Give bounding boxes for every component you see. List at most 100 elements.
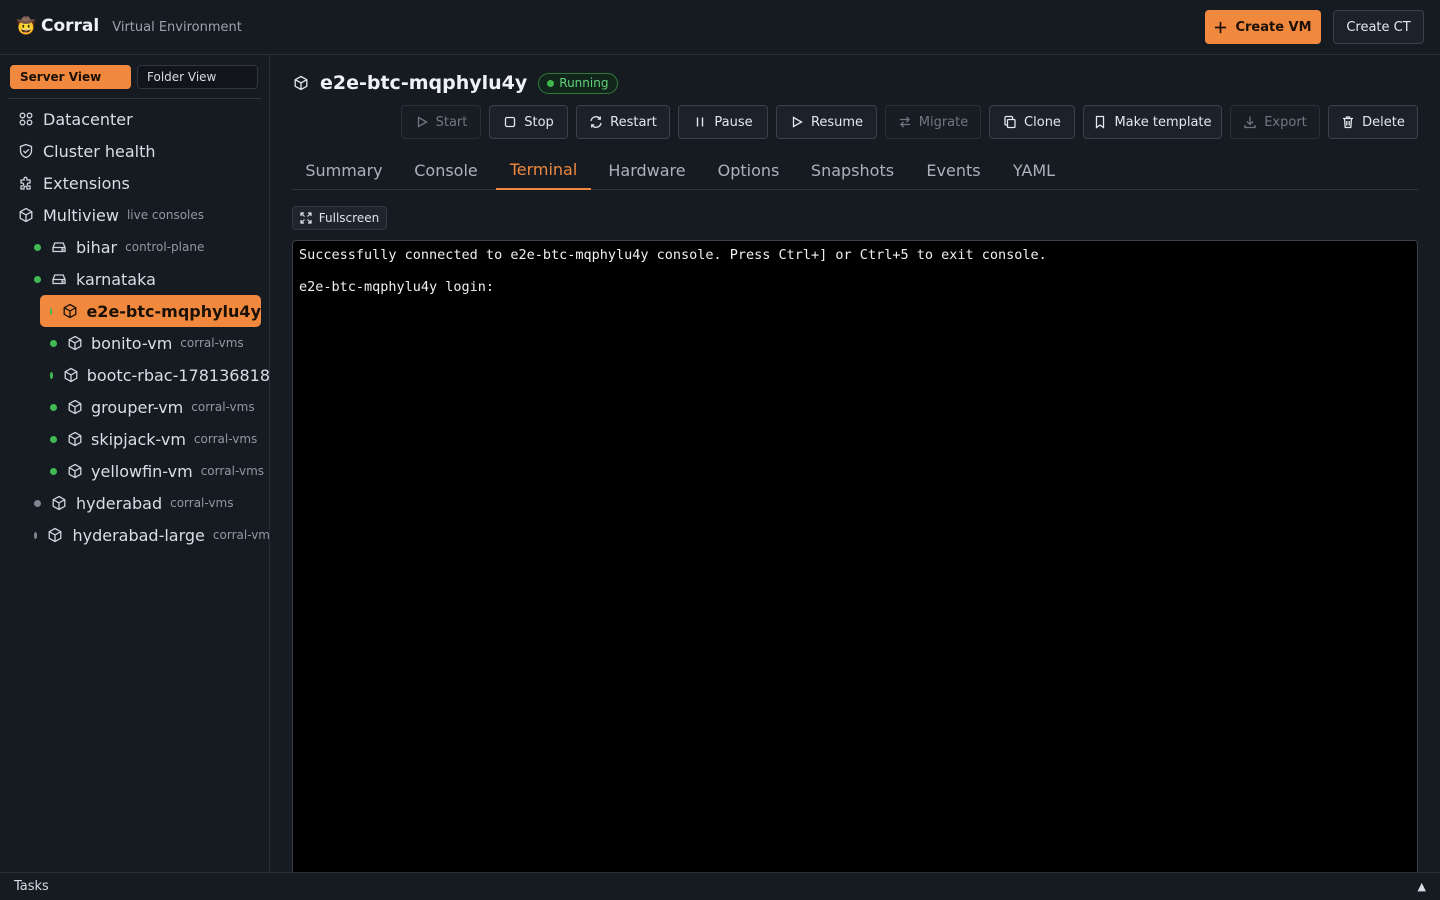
vm-item-hyderabad[interactable]: hyderabad corral-vms <box>0 487 269 519</box>
chevron-up-icon[interactable]: ▲ <box>1418 880 1426 893</box>
stop-icon <box>505 116 516 128</box>
trash-icon <box>1343 116 1354 129</box>
app-subtitle: Virtual Environment <box>112 19 242 35</box>
grid-icon <box>18 111 34 127</box>
sidebar-item-label: Multiview <box>43 205 119 225</box>
sidebar-item-label: Extensions <box>43 173 130 193</box>
vm-item-skipjack-vm[interactable]: skipjack-vm corral-vms <box>0 423 269 455</box>
terminal-console[interactable]: Successfully connected to e2e-btc-mqphyl… <box>292 240 1418 880</box>
sidebar-item-datacenter[interactable]: Datacenter <box>0 103 269 135</box>
create-ct-button[interactable]: Create CT <box>1333 10 1424 44</box>
shield-check-icon <box>18 143 34 159</box>
node-label: bihar <box>76 237 118 257</box>
start-button[interactable]: Start <box>401 105 481 139</box>
tab-terminal[interactable]: Terminal <box>496 150 591 190</box>
clone-label: Clone <box>1024 114 1061 130</box>
vm-header: e2e-btc-mqphylu4y Running <box>292 72 619 94</box>
bookmark-icon <box>1096 115 1105 129</box>
tab-yaml[interactable]: YAML <box>1000 150 1068 190</box>
status-badge: Running <box>538 72 619 94</box>
pause-icon <box>697 117 704 127</box>
start-label: Start <box>435 114 468 130</box>
migrate-button[interactable]: Migrate <box>885 105 981 139</box>
sidebar-item-extensions[interactable]: Extensions <box>0 167 269 199</box>
cube-icon <box>63 367 79 383</box>
tab-summary[interactable]: Summary <box>292 150 396 190</box>
vm-item-yellowfin-vm[interactable]: yellowfin-vm corral-vms <box>0 455 269 487</box>
clone-button[interactable]: Clone <box>989 105 1075 139</box>
terminal-line: e2e-btc-mqphylu4y login: <box>299 279 495 295</box>
vm-item-bonito-vm[interactable]: bonito-vm corral-vms <box>0 327 269 359</box>
sidebar-item-cluster-health[interactable]: Cluster health <box>0 135 269 167</box>
status-dot <box>34 499 41 507</box>
node-item-karnataka[interactable]: karnataka <box>0 263 269 295</box>
pause-button[interactable]: Pause <box>678 105 768 139</box>
cube-icon <box>67 335 83 351</box>
export-button[interactable]: Export <box>1230 105 1320 139</box>
plus-icon <box>1215 21 1227 33</box>
vm-item-hyderabad-large[interactable]: hyderabad-large corral-vm <box>0 519 270 551</box>
sidebar-item-multiview[interactable]: Multiview live consoles <box>0 199 269 231</box>
main-panel: e2e-btc-mqphylu4y Running Start Stop Res… <box>270 55 1440 880</box>
resume-button[interactable]: Resume <box>776 105 877 139</box>
resume-label: Resume <box>810 114 864 130</box>
server-icon <box>51 271 67 287</box>
node-sublabel: control-plane <box>125 240 205 254</box>
delete-button[interactable]: Delete <box>1328 105 1418 139</box>
vm-label: e2e-btc-mqphylu4y <box>86 301 261 321</box>
restart-label: Restart <box>610 114 657 130</box>
tab-events[interactable]: Events <box>911 150 996 190</box>
vm-label: hyderabad <box>76 493 163 513</box>
create-vm-button[interactable]: Create VM <box>1205 10 1321 44</box>
cube-icon <box>51 495 67 511</box>
tasks-bar[interactable]: Tasks ▲ <box>0 872 1440 900</box>
play-icon <box>792 116 803 128</box>
vm-label: skipjack-vm <box>91 429 186 449</box>
folder-view-button[interactable]: Folder View <box>137 65 258 89</box>
tab-options[interactable]: Options <box>703 150 794 190</box>
vm-label: bonito-vm <box>91 333 173 353</box>
migrate-label: Migrate <box>918 114 969 130</box>
status-dot <box>50 371 53 379</box>
vm-sublabel: corral-vms <box>180 336 244 350</box>
vm-sublabel: corral-vms <box>191 400 255 414</box>
status-dot <box>50 467 57 475</box>
vm-sublabel: corral-vm <box>212 528 270 542</box>
tab-hardware[interactable]: Hardware <box>595 150 699 190</box>
server-view-button[interactable]: Server View <box>10 65 131 89</box>
fullscreen-button[interactable]: Fullscreen <box>292 206 387 230</box>
cowboy-face-icon: 🤠 <box>16 16 36 35</box>
node-item-bihar[interactable]: bihar control-plane <box>0 231 269 263</box>
top-bar: 🤠 Corral Virtual Environment Create VM C… <box>0 0 1440 55</box>
status-dot <box>50 307 53 315</box>
status-dot <box>34 243 41 251</box>
expand-icon <box>300 212 312 224</box>
tab-console[interactable]: Console <box>400 150 492 190</box>
node-label: karnataka <box>76 269 156 289</box>
resource-tree: Datacenter Cluster health Extensions Mul… <box>0 103 270 551</box>
stop-button[interactable]: Stop <box>489 105 568 139</box>
brand[interactable]: 🤠 Corral Virtual Environment <box>16 16 242 36</box>
server-icon <box>51 239 67 255</box>
vm-item-bootc-rbac[interactable]: bootc-rbac-178136818 <box>0 359 269 391</box>
cube-icon <box>67 399 83 415</box>
vm-item-e2e-btc-mqphylu4y[interactable]: e2e-btc-mqphylu4y <box>40 295 261 327</box>
arrows-swap-icon <box>899 116 910 128</box>
make-template-button[interactable]: Make template <box>1083 105 1222 139</box>
terminal-line: Successfully connected to e2e-btc-mqphyl… <box>299 247 1047 263</box>
vm-sublabel: corral-vms <box>170 496 234 510</box>
vm-item-grouper-vm[interactable]: grouper-vm corral-vms <box>0 391 269 423</box>
tab-snapshots[interactable]: Snapshots <box>798 150 907 190</box>
cube-icon <box>67 463 83 479</box>
restart-button[interactable]: Restart <box>576 105 670 139</box>
view-toggle: Server View Folder View <box>10 65 258 89</box>
create-vm-label: Create VM <box>1235 19 1312 35</box>
page-title: e2e-btc-mqphylu4y <box>320 72 528 94</box>
make-template-label: Make template <box>1114 114 1212 130</box>
cube-icon <box>62 303 78 319</box>
tab-bar: Summary Console Terminal Hardware Option… <box>292 150 1418 190</box>
download-icon <box>1244 116 1256 129</box>
vm-label: grouper-vm <box>91 397 184 417</box>
copy-icon <box>1004 115 1016 129</box>
vm-sublabel: corral-vms <box>193 432 258 446</box>
